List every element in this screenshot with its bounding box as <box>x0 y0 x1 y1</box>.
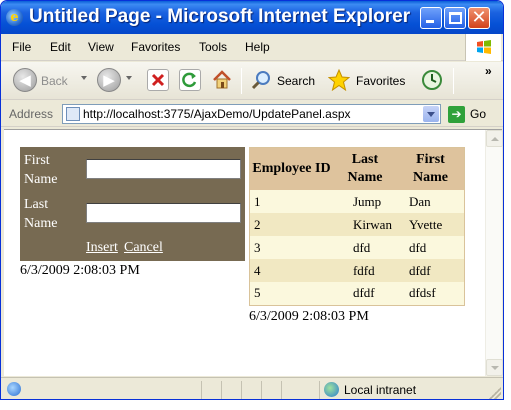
first-name-input[interactable] <box>86 159 241 179</box>
search-icon[interactable] <box>250 69 272 91</box>
cell-first-name: dfdf <box>396 259 465 282</box>
resize-grip-icon[interactable] <box>489 387 501 399</box>
first-name-label: First Name <box>24 153 58 187</box>
address-dropdown-icon[interactable] <box>423 106 439 122</box>
cell-first-name: dfdsf <box>396 282 465 305</box>
toolbar-overflow-chevron-icon[interactable]: » <box>485 64 492 78</box>
cell-employee-id: 1 <box>249 190 333 213</box>
status-cell <box>281 381 301 399</box>
table-row: 2 Kirwan Yvette <box>249 213 465 236</box>
scroll-up-icon[interactable] <box>486 130 503 147</box>
cell-last-name: dfd <box>332 236 397 259</box>
address-url[interactable]: http://localhost:3775/AjaxDemo/UpdatePan… <box>83 107 351 121</box>
scroll-down-icon[interactable] <box>486 359 503 376</box>
page-content: First Name Last Name Insert Cancel 6/3/2… <box>4 129 503 376</box>
address-input[interactable]: http://localhost:3775/AjaxDemo/UpdatePan… <box>62 104 441 124</box>
column-header-last-name: Last Name <box>332 147 397 190</box>
table-row: 4 fdfd dfdf <box>249 259 465 282</box>
employee-grid: Employee ID Last Name First Name 1 Jump … <box>249 147 465 306</box>
favorites-button-label[interactable]: Favorites <box>356 74 405 88</box>
column-header-first-name: First Name <box>396 147 465 190</box>
menu-file[interactable]: File <box>12 40 31 54</box>
favorites-star-icon[interactable] <box>327 68 351 92</box>
cell-employee-id: 4 <box>249 259 333 282</box>
grid-timestamp: 6/3/2009 2:08:03 PM <box>249 309 369 324</box>
cell-last-name: Kirwan <box>332 213 397 236</box>
status-bar: Local intranet <box>1 377 503 399</box>
status-cell <box>221 381 241 399</box>
windows-logo <box>465 34 501 61</box>
table-row: 3 dfd dfd <box>249 236 465 259</box>
search-button-label[interactable]: Search <box>277 74 315 88</box>
cell-last-name: fdfd <box>332 259 397 282</box>
cancel-link[interactable]: Cancel <box>124 240 163 256</box>
toolbar-separator <box>453 68 454 94</box>
home-icon[interactable] <box>211 69 233 91</box>
toolbar-separator <box>241 68 242 94</box>
cell-last-name: dfdf <box>332 282 397 305</box>
intranet-globe-icon <box>324 382 339 397</box>
insert-form-panel: First Name Last Name Insert Cancel <box>20 147 245 261</box>
back-arrow-icon[interactable]: ◀ <box>13 68 37 92</box>
browser-window: e Untitled Page - Microsoft Internet Exp… <box>0 0 504 400</box>
security-zone-label: Local intranet <box>344 383 417 397</box>
status-cell <box>201 381 221 399</box>
back-button-label[interactable]: Back <box>41 74 68 88</box>
cell-employee-id: 2 <box>249 213 333 236</box>
vertical-scrollbar[interactable] <box>485 130 503 376</box>
forward-dropdown-icon[interactable] <box>126 76 132 80</box>
cell-first-name: dfd <box>396 236 465 259</box>
menu-edit[interactable]: Edit <box>50 40 71 54</box>
windows-flag-icon <box>477 40 491 54</box>
cell-first-name: Dan <box>396 190 465 213</box>
go-button-label[interactable]: Go <box>470 107 486 121</box>
status-cell <box>261 381 281 399</box>
form-timestamp: 6/3/2009 2:08:03 PM <box>20 263 140 278</box>
menu-tools[interactable]: Tools <box>199 40 227 54</box>
table-row: 1 Jump Dan <box>249 190 465 213</box>
minimize-icon <box>426 20 434 23</box>
maximize-icon <box>449 12 462 24</box>
status-cell <box>241 381 261 399</box>
close-icon: ✕ <box>471 7 487 28</box>
maximize-button[interactable] <box>444 7 466 29</box>
forward-arrow-icon[interactable]: ▶ <box>97 68 121 92</box>
history-icon[interactable] <box>421 69 443 91</box>
cell-employee-id: 3 <box>249 236 333 259</box>
refresh-icon[interactable] <box>179 69 201 91</box>
insert-link[interactable]: Insert <box>86 240 118 256</box>
address-label: Address <box>9 107 54 121</box>
window-title: Untitled Page - Microsoft Internet Explo… <box>29 6 411 27</box>
table-row: 5 dfdf dfdsf <box>249 282 465 305</box>
last-name-label: Last Name <box>24 197 58 231</box>
column-header-employee-id: Employee ID <box>249 147 333 190</box>
cell-last-name: Jump <box>332 190 397 213</box>
page-icon <box>66 107 80 121</box>
menu-view[interactable]: View <box>88 40 114 54</box>
address-bar: Address http://localhost:3775/AjaxDemo/U… <box>1 101 503 127</box>
back-dropdown-icon[interactable] <box>81 76 87 80</box>
cell-first-name: Yvette <box>396 213 465 236</box>
go-arrow-icon[interactable]: ➔ <box>448 106 465 123</box>
minimize-button[interactable] <box>420 7 442 29</box>
title-bar[interactable]: e Untitled Page - Microsoft Internet Exp… <box>1 1 503 34</box>
ie-logo-icon: e <box>6 9 23 26</box>
stop-icon[interactable] <box>147 69 169 91</box>
last-name-input[interactable] <box>86 203 241 223</box>
page-status-icon <box>7 382 21 396</box>
grid-header-row: Employee ID Last Name First Name <box>249 147 465 190</box>
close-button[interactable]: ✕ <box>468 7 490 29</box>
standard-toolbar: ◀ Back ▶ Search Favorites » <box>1 62 503 100</box>
menu-favorites[interactable]: Favorites <box>131 40 180 54</box>
menu-bar: File Edit View Favorites Tools Help <box>1 34 503 61</box>
cell-employee-id: 5 <box>249 282 333 305</box>
menu-help[interactable]: Help <box>245 40 270 54</box>
